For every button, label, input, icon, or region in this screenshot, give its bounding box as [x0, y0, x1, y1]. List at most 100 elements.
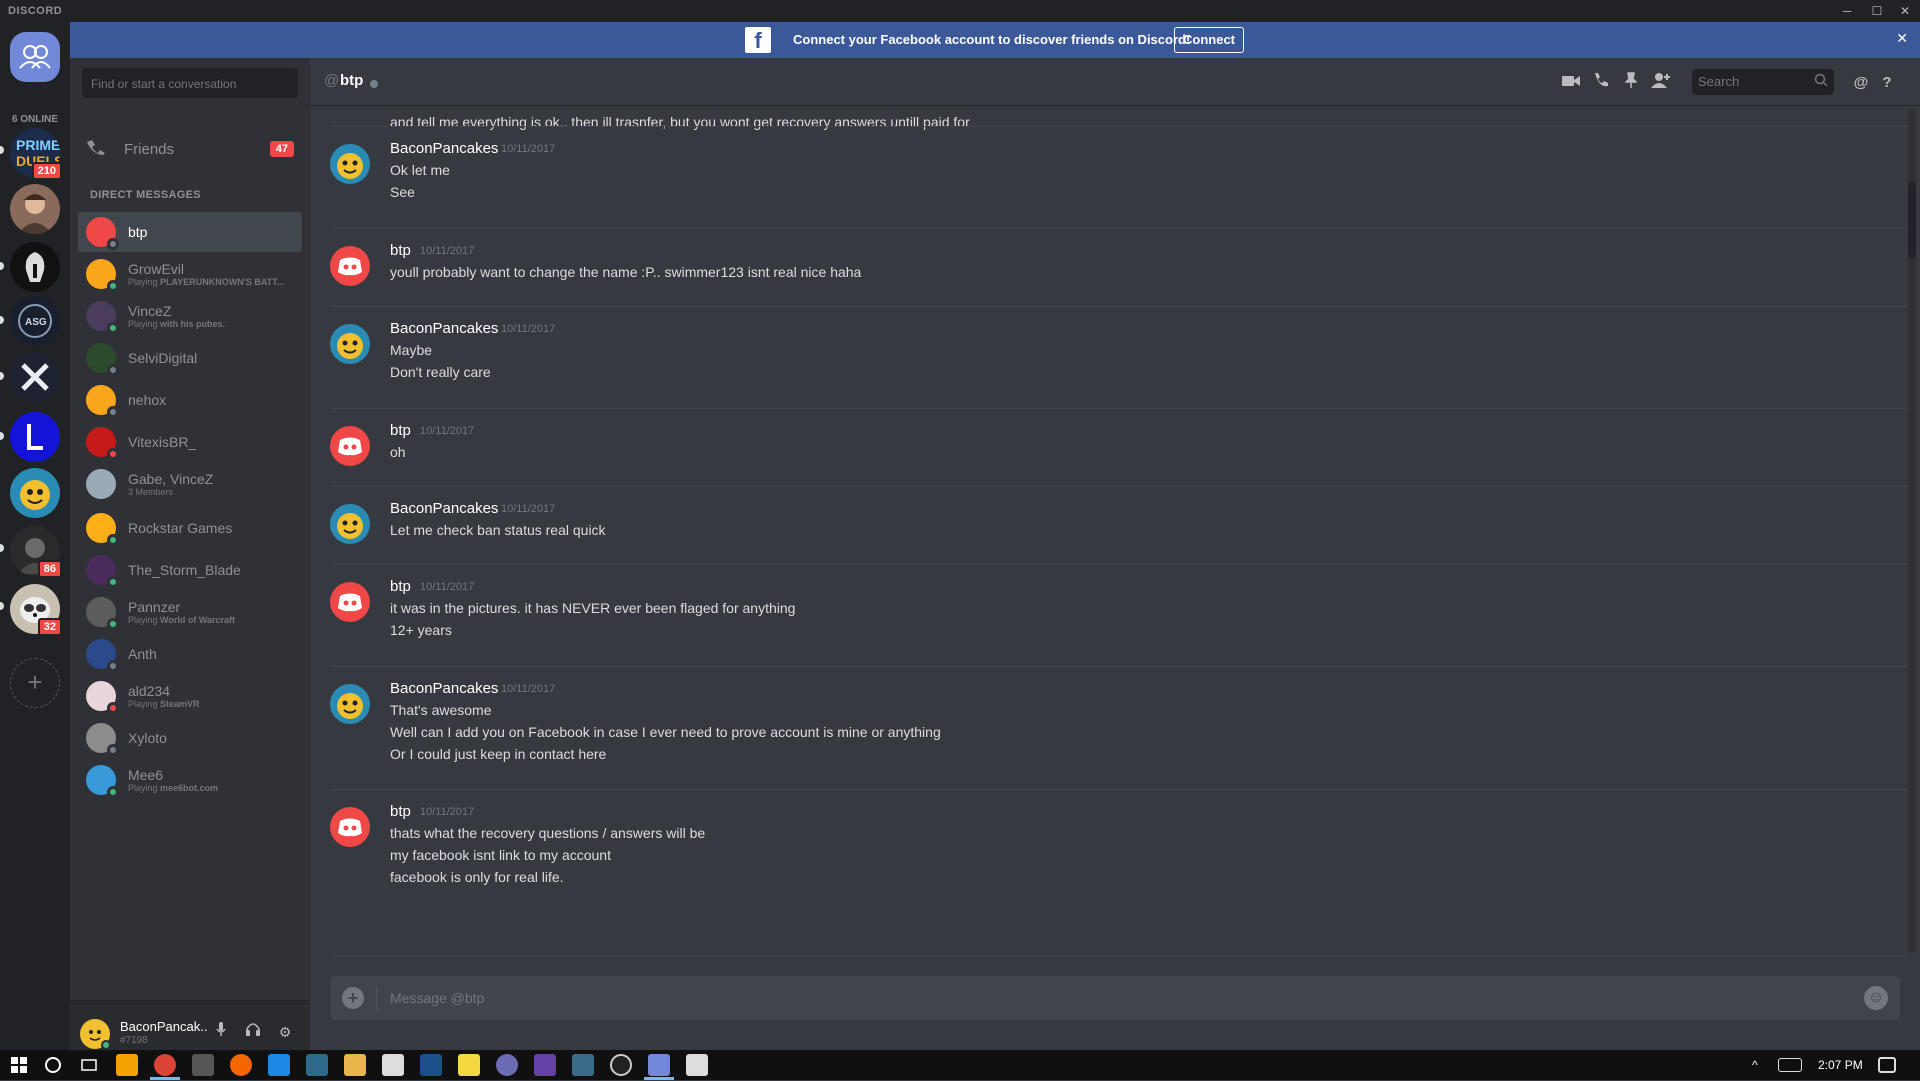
dm-item[interactable]: Mee6 Playing mee6bot.com: [78, 760, 302, 800]
edge-app-icon[interactable]: [268, 1054, 290, 1076]
guild-asg-icon[interactable]: ASG: [10, 296, 60, 346]
message-author[interactable]: btp: [390, 422, 411, 439]
mute-microphone-icon[interactable]: [210, 1021, 232, 1043]
windows-start-icon[interactable]: [8, 1054, 30, 1076]
friends-nav-item[interactable]: Friends 47: [78, 130, 302, 168]
guild-bacon-icon[interactable]: [10, 468, 60, 518]
taskbar-clock[interactable]: 2:07 PM: [1818, 1058, 1863, 1072]
app-icon[interactable]: [610, 1054, 632, 1076]
settings-gear-icon[interactable]: ⚙: [274, 1021, 296, 1043]
avatar: [86, 217, 119, 250]
dm-name: VinceZ: [128, 303, 172, 319]
avatar[interactable]: [330, 504, 370, 544]
dm-item[interactable]: The_Storm_Blade: [78, 550, 302, 590]
activity-name: mee6bot.com: [160, 783, 219, 793]
guild-avatar-person[interactable]: [10, 184, 60, 234]
origin-app-icon[interactable]: [230, 1054, 252, 1076]
avatar[interactable]: [330, 144, 370, 184]
avatar[interactable]: [330, 684, 370, 724]
status-indicator: [107, 660, 119, 672]
close-window-button[interactable]: ✕: [1890, 0, 1920, 22]
message-author[interactable]: BaconPancakes: [390, 320, 498, 337]
maximize-button[interactable]: ☐: [1862, 0, 1892, 22]
avatar[interactable]: [330, 246, 370, 286]
plex-app-icon[interactable]: [116, 1054, 138, 1076]
steam-app-icon[interactable]: [420, 1054, 442, 1076]
keyboard-icon[interactable]: [1778, 1058, 1802, 1072]
guild-x-icon[interactable]: [10, 352, 60, 402]
avatar[interactable]: [330, 426, 370, 466]
home-friends-icon[interactable]: [10, 32, 60, 82]
guild-spartan-icon[interactable]: [10, 242, 60, 292]
show-hidden-icons[interactable]: ^: [1752, 1058, 1758, 1072]
dm-item[interactable]: SelviDigital: [78, 338, 302, 378]
dm-item[interactable]: Rockstar Games: [78, 508, 302, 548]
emoji-picker-icon[interactable]: ☺: [1864, 986, 1888, 1010]
mentions-icon[interactable]: @: [1850, 72, 1872, 94]
dm-item[interactable]: Pannzer Playing World of Warcraft: [78, 592, 302, 632]
close-banner-icon[interactable]: ✕: [1896, 30, 1908, 47]
message-author[interactable]: BaconPancakes: [390, 140, 498, 157]
dm-text: Pannzer Playing World of Warcraft: [128, 599, 298, 625]
message-text: Well can I add you on Facebook in case I…: [390, 724, 941, 740]
scrollbar[interactable]: [1908, 110, 1916, 952]
scroll-thumb[interactable]: [1908, 182, 1916, 258]
store-app-icon[interactable]: [192, 1054, 214, 1076]
sticky-notes-icon[interactable]: [458, 1054, 480, 1076]
avatar[interactable]: [330, 807, 370, 847]
upload-plus-icon[interactable]: +: [342, 987, 364, 1009]
minimize-button[interactable]: ─: [1832, 0, 1862, 22]
app-icon[interactable]: [306, 1054, 328, 1076]
message-author[interactable]: BaconPancakes: [390, 500, 498, 517]
pin-icon[interactable]: [1620, 72, 1642, 94]
message-author[interactable]: btp: [390, 242, 411, 259]
message-author[interactable]: BaconPancakes: [390, 680, 498, 697]
twitch-app-icon[interactable]: [534, 1054, 556, 1076]
avatar[interactable]: [330, 582, 370, 622]
dm-item[interactable]: Xyloto: [78, 718, 302, 758]
dm-item[interactable]: VinceZ Playing with his pubes.: [78, 296, 302, 336]
guild-raccoon[interactable]: 32: [10, 584, 62, 636]
dm-item[interactable]: ald234 Playing SteamVR: [78, 676, 302, 716]
message-composer[interactable]: + Message @btp ☺: [330, 976, 1900, 1020]
dm-item[interactable]: Gabe, VinceZ 3 Members: [78, 464, 302, 504]
add-friend-icon[interactable]: [1650, 72, 1672, 94]
banner-message: Connect your Facebook account to discove…: [793, 32, 1191, 47]
avatar: [86, 259, 119, 292]
message-input[interactable]: Message @btp: [390, 990, 484, 1006]
dm-item[interactable]: GrowEvil Playing PLAYERUNKNOWN'S BATT...: [78, 254, 302, 294]
status-indicator: [107, 786, 119, 798]
add-server-button[interactable]: +: [10, 658, 60, 708]
video-call-icon[interactable]: [1560, 72, 1582, 94]
dm-item[interactable]: btp: [78, 212, 302, 252]
activity-prefix: Playing: [128, 783, 161, 793]
dm-item[interactable]: nehox: [78, 380, 302, 420]
dm-item[interactable]: VitexisBR_: [78, 422, 302, 462]
voice-call-icon[interactable]: [1590, 72, 1612, 94]
dm-item[interactable]: Anth: [78, 634, 302, 674]
chrome-app-icon[interactable]: [154, 1054, 176, 1076]
connect-button[interactable]: Connect: [1174, 27, 1244, 53]
status-indicator: [107, 448, 119, 460]
guild-prime-duels[interactable]: PRIME DUELS 210: [10, 128, 62, 180]
action-center-icon[interactable]: [1878, 1057, 1896, 1073]
avatar[interactable]: [330, 324, 370, 364]
guild-l-icon[interactable]: [10, 412, 60, 462]
friends-badge: 47: [269, 141, 294, 157]
status-indicator: [107, 744, 119, 756]
task-view-icon[interactable]: [78, 1054, 100, 1076]
file-explorer-icon[interactable]: [344, 1054, 366, 1076]
notepad-icon[interactable]: [382, 1054, 404, 1076]
avatar[interactable]: [80, 1019, 111, 1050]
photos-app-icon[interactable]: [686, 1054, 708, 1076]
app-icon[interactable]: [572, 1054, 594, 1076]
deafen-headset-icon[interactable]: [242, 1021, 264, 1043]
discord-app-icon[interactable]: [648, 1054, 670, 1076]
guild-warrior[interactable]: 86: [10, 526, 62, 578]
find-conversation-input[interactable]: Find or start a conversation: [82, 68, 298, 98]
help-icon[interactable]: ?: [1876, 72, 1898, 94]
message-author[interactable]: btp: [390, 803, 411, 820]
message-author[interactable]: btp: [390, 578, 411, 595]
cortana-search-icon[interactable]: [42, 1054, 64, 1076]
app-icon[interactable]: [496, 1054, 518, 1076]
